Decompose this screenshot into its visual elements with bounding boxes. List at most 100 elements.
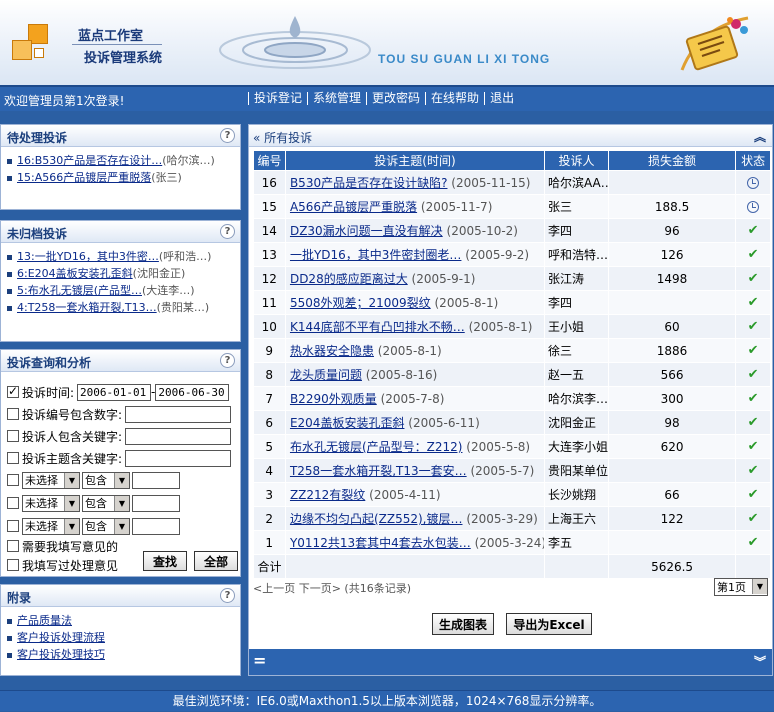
row-subject-link[interactable]: T258一套水箱开裂,T13一套安… (290, 464, 467, 478)
col-status[interactable]: 状态 (735, 150, 771, 171)
row-person: 哈尔滨李… (544, 386, 609, 411)
col-person[interactable]: 投诉人 (543, 150, 609, 171)
row-subject-link[interactable]: 热水器安全隐患 (290, 344, 374, 358)
col-amount[interactable]: 损失金额 (607, 150, 737, 171)
row-person: 李五 (544, 530, 609, 555)
unfiled-link[interactable]: 13:一批YD16，其中3件密… (17, 250, 159, 263)
row-subject-link[interactable]: E204盖板安装孔歪斜 (290, 416, 405, 430)
page-select[interactable]: 第1页 ▼ (714, 578, 768, 596)
chevron-down-icon: ▼ (114, 495, 129, 511)
row-subject-link[interactable]: B530产品是否存在设计缺陷? (290, 176, 448, 190)
row-subject-link[interactable]: 龙头质量问题 (290, 368, 362, 382)
row-subject-link[interactable]: A566产品镀层严重脱落 (290, 200, 417, 214)
done-opinion-checkbox[interactable] (7, 559, 19, 571)
row-subject-link[interactable]: DD28的感应距离过大 (290, 272, 408, 286)
check-icon: ✔ (747, 511, 759, 526)
field3-select[interactable]: 未选择 ▼ (22, 517, 80, 535)
need-opinion-checkbox[interactable] (7, 540, 19, 552)
row-subject-link[interactable]: ZZ212有裂纹 (290, 488, 365, 502)
check-icon: ✔ (747, 439, 759, 454)
row-subject-link[interactable]: 5508外观差；21009裂纹 (290, 296, 431, 310)
help-icon[interactable]: ? (220, 353, 235, 368)
row-subject-link[interactable]: Y0112共13套其中4套去水包装… (290, 536, 471, 550)
appendix-link[interactable]: 客户投诉处理技巧 (17, 648, 105, 661)
panel-title: 待处理投诉 (7, 131, 68, 145)
collapse-icon[interactable]: ︽ (754, 128, 766, 145)
menu-system-admin[interactable]: 系统管理 (307, 92, 366, 105)
op3-select[interactable]: 包含 ▼ (82, 517, 130, 535)
pending-link[interactable]: 16:B530产品是否存在设计… (17, 154, 162, 167)
subject-checkbox[interactable] (7, 452, 19, 464)
find-button[interactable]: 查找 (143, 551, 187, 571)
col-id[interactable]: 编号 (253, 150, 286, 171)
generate-chart-button[interactable]: 生成图表 (432, 613, 494, 635)
row-subject-link[interactable]: K144底部不平有凸凹排水不畅… (290, 320, 465, 334)
row-date: (2005-10-2) (446, 224, 518, 238)
row-status: ✔ (735, 290, 771, 315)
unfiled-link[interactable]: 5:布水孔无镀层(产品型… (17, 284, 142, 297)
table-row: 9 热水器安全隐患 (2005-8-1) 徐三 1886 ✔ (253, 338, 771, 363)
row-id: 3 (253, 482, 286, 507)
pager-text[interactable]: <上一页 下一页> (共16条记录) (253, 580, 411, 596)
row-date: (2005-7-8) (380, 392, 445, 406)
row-date: (2005-4-11) (369, 488, 441, 502)
row-subject-link[interactable]: 布水孔无镀层(产品型号：Z212) (290, 440, 463, 454)
time-checkbox[interactable] (7, 384, 19, 398)
row-subject-link[interactable]: 一批YD16，其中3件密封圈老… (290, 248, 461, 262)
panel-title: 投诉查询和分析 (7, 356, 92, 370)
logo-squares-icon (12, 24, 52, 64)
field1-select[interactable]: 未选择 ▼ (22, 471, 80, 489)
field3-checkbox[interactable] (7, 520, 19, 532)
appendix-link[interactable]: 产品质量法 (17, 614, 72, 627)
value3-input[interactable] (132, 517, 180, 535)
menu-online-help[interactable]: 在线帮助 (425, 92, 484, 105)
pending-list: 16:B530产品是否存在设计…(哈尔滨…) 15:A566产品镀层严重脱落(张… (1, 147, 240, 191)
date-from-input[interactable]: 2006-01-01 (77, 383, 152, 401)
need-opinion-label: 需要我填写意见的 (22, 539, 119, 554)
id-input[interactable] (125, 405, 232, 423)
top-nav-bar: 欢迎管理员第1次登录! 投诉登记 系统管理 更改密码 在线帮助 退出 (0, 85, 774, 111)
unfiled-link[interactable]: 4:T258一套水箱开裂,T13… (17, 301, 157, 314)
person-input[interactable] (125, 427, 232, 445)
field1-checkbox[interactable] (7, 474, 19, 486)
id-checkbox[interactable] (7, 408, 19, 420)
row-subject-link[interactable]: B2290外观质量 (290, 392, 377, 406)
value2-input[interactable] (132, 494, 180, 512)
col-subject[interactable]: 投诉主题(时间) (284, 150, 545, 171)
subject-input[interactable] (125, 449, 232, 467)
field2-select[interactable]: 未选择 ▼ (22, 494, 80, 512)
expand-icon[interactable]: ︾ (754, 653, 766, 670)
row-amount: 122 (608, 506, 737, 531)
help-icon[interactable]: ? (220, 224, 235, 239)
list-item: 4:T258一套水箱开裂,T13…(贵阳某…) (7, 299, 234, 316)
op1-select[interactable]: 包含 ▼ (82, 471, 130, 489)
pending-link[interactable]: 15:A566产品镀层严重脱落 (17, 171, 151, 184)
row-date: (2005-5-8) (466, 440, 531, 454)
check-icon: ✔ (747, 223, 759, 238)
date-to-input[interactable]: 2006-06-30 (155, 383, 230, 401)
appendix-link[interactable]: 客户投诉处理流程 (17, 631, 105, 644)
person-checkbox[interactable] (7, 430, 19, 442)
row-person: 李四 (544, 218, 609, 243)
menu-register[interactable]: 投诉登记 (248, 92, 307, 105)
unfiled-link[interactable]: 6:E204盖板安装孔歪斜 (17, 267, 133, 280)
help-icon[interactable]: ? (220, 588, 235, 603)
menu-lines-icon[interactable]: = (253, 651, 266, 670)
page-header: 蓝点工作室 投诉管理系统 TOU SU GUAN LI XI TONG (0, 0, 774, 85)
pending-complaints-panel: 待处理投诉 ? 16:B530产品是否存在设计…(哈尔滨…) 15:A566产品… (0, 124, 241, 210)
all-button[interactable]: 全部 (194, 551, 238, 571)
row-id: 13 (253, 242, 286, 267)
complaint-envelope-icon (680, 16, 749, 71)
row-status: ✔ (735, 482, 771, 507)
row-subject-link[interactable]: 边缘不均匀凸起(ZZ552),镀层… (290, 512, 463, 526)
op2-select[interactable]: 包含 ▼ (82, 494, 130, 512)
row-subject-link[interactable]: DZ30漏水问题一直没有解决 (290, 224, 443, 238)
field2-checkbox[interactable] (7, 497, 19, 509)
time-label: 投诉时间: (22, 385, 75, 400)
value1-input[interactable] (132, 471, 180, 489)
menu-change-password[interactable]: 更改密码 (366, 92, 425, 105)
row-status: ✔ (735, 458, 771, 483)
help-icon[interactable]: ? (220, 128, 235, 143)
menu-logout[interactable]: 退出 (484, 92, 519, 105)
export-excel-button[interactable]: 导出为Excel (506, 613, 592, 635)
